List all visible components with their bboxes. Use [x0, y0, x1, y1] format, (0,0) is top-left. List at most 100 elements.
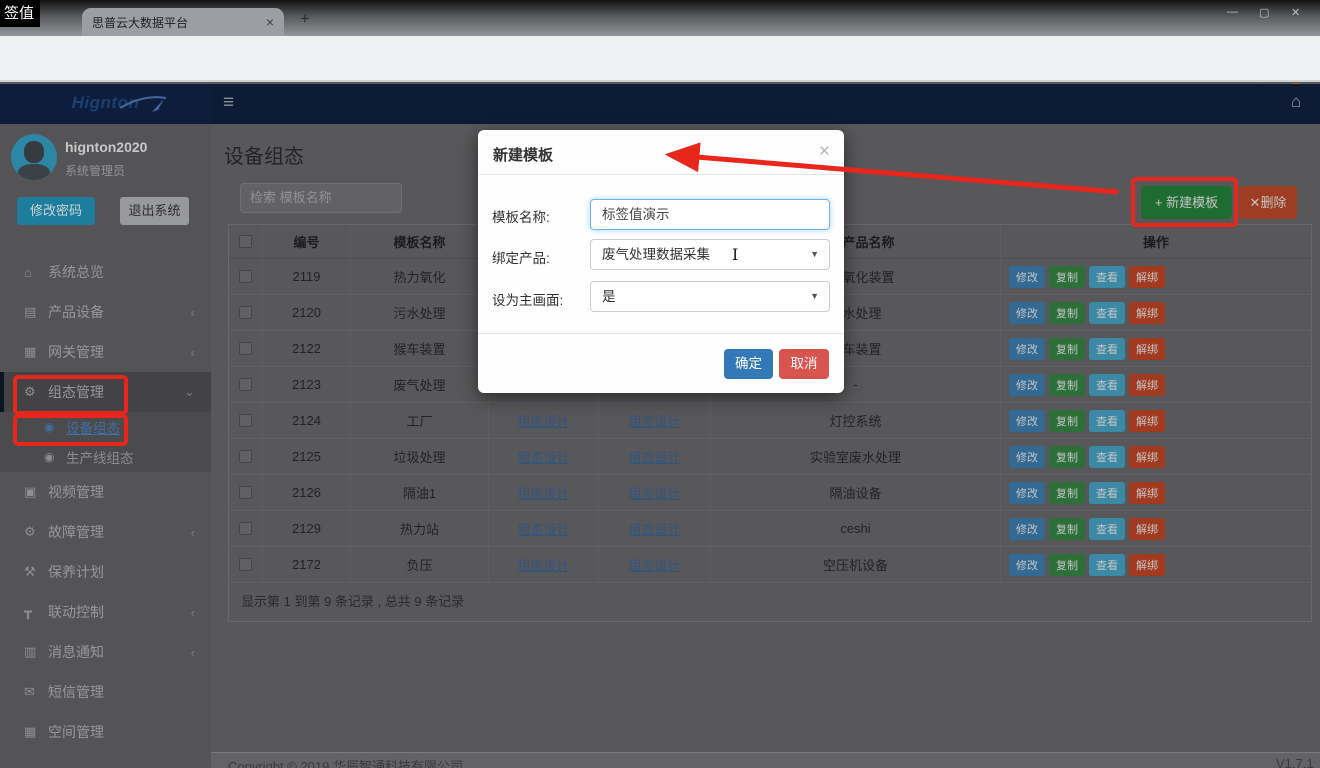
- row-product-name: ceshi: [711, 511, 1001, 546]
- version-text: V1.7.1: [1276, 756, 1314, 768]
- unbind-button[interactable]: 解绑: [1129, 302, 1165, 324]
- table-header-col-actions: 操作: [1001, 225, 1311, 257]
- copy-button[interactable]: 复制: [1049, 410, 1085, 432]
- logout-button[interactable]: 退出系统: [120, 197, 189, 225]
- row-checkbox[interactable]: [239, 522, 252, 535]
- tab-close-icon[interactable]: ×: [266, 14, 274, 30]
- sidebar-item-sms-mgmt[interactable]: ✉短信管理: [0, 672, 211, 712]
- view-button[interactable]: 查看: [1089, 338, 1125, 360]
- view-button[interactable]: 查看: [1089, 302, 1125, 324]
- scada-design-link[interactable]: 组态设计: [628, 411, 680, 430]
- sidebar-item-gateway-mgmt[interactable]: ▦网关管理‹: [0, 332, 211, 372]
- copy-button[interactable]: 复制: [1049, 374, 1085, 396]
- row-select-cell: [229, 331, 263, 366]
- video-mgmt-icon: ▣: [24, 484, 48, 500]
- row-product-name: 隔油设备: [711, 475, 1001, 510]
- unbind-button[interactable]: 解绑: [1129, 410, 1165, 432]
- scada-design-link[interactable]: 组态设计: [517, 519, 569, 538]
- table-row: 2172负压组态设计组态设计空压机设备修改复制查看解绑: [229, 547, 1311, 583]
- unbind-button[interactable]: 解绑: [1129, 374, 1165, 396]
- row-checkbox[interactable]: [239, 342, 252, 355]
- view-button[interactable]: 查看: [1089, 446, 1125, 468]
- sidebar-item-space-mgmt[interactable]: ▦空间管理: [0, 712, 211, 752]
- row-checkbox[interactable]: [239, 414, 252, 427]
- window-close-icon[interactable]: ✕: [1291, 6, 1300, 19]
- unbind-button[interactable]: 解绑: [1129, 482, 1165, 504]
- copy-button[interactable]: 复制: [1049, 446, 1085, 468]
- view-button[interactable]: 查看: [1089, 482, 1125, 504]
- row-checkbox[interactable]: [239, 270, 252, 283]
- delete-button[interactable]: ✕删除: [1239, 186, 1297, 219]
- row-checkbox[interactable]: [239, 378, 252, 391]
- new-tab-button[interactable]: +: [300, 9, 310, 29]
- copy-button[interactable]: 复制: [1049, 554, 1085, 576]
- view-button[interactable]: 查看: [1089, 518, 1125, 540]
- view-button[interactable]: 查看: [1089, 554, 1125, 576]
- modify-button[interactable]: 修改: [1009, 446, 1045, 468]
- unbind-button[interactable]: 解绑: [1129, 518, 1165, 540]
- sidebar-subitem-device-scada[interactable]: ◉设备组态: [0, 412, 211, 442]
- sidebar-item-fault-mgmt[interactable]: ⚙故障管理‹: [0, 512, 211, 552]
- modify-button[interactable]: 修改: [1009, 482, 1045, 504]
- copy-button[interactable]: 复制: [1049, 266, 1085, 288]
- select-all-checkbox[interactable]: [239, 235, 252, 248]
- modify-button[interactable]: 修改: [1009, 518, 1045, 540]
- modify-button[interactable]: 修改: [1009, 338, 1045, 360]
- user-role: 系统管理员: [65, 162, 125, 179]
- unbind-button[interactable]: 解绑: [1129, 338, 1165, 360]
- sidebar-item-maintenance-plan[interactable]: ⚒保养计划: [0, 552, 211, 592]
- search-input[interactable]: 检索 模板名称: [240, 183, 402, 213]
- scada-design-link[interactable]: 组态设计: [628, 555, 680, 574]
- view-button[interactable]: 查看: [1089, 266, 1125, 288]
- sidebar-toggle-icon[interactable]: ≡: [223, 92, 234, 114]
- sidebar-item-video-mgmt[interactable]: ▣视频管理: [0, 472, 211, 512]
- browser-tab[interactable]: 思普云大数据平台 ×: [82, 8, 284, 36]
- row-checkbox[interactable]: [239, 306, 252, 319]
- scada-design-link[interactable]: 组态设计: [628, 519, 680, 538]
- row-checkbox[interactable]: [239, 558, 252, 571]
- scada-design-link[interactable]: 组态设计: [517, 447, 569, 466]
- production-scada-icon: ◉: [44, 450, 66, 464]
- modify-button[interactable]: 修改: [1009, 266, 1045, 288]
- sidebar-item-linkage-control[interactable]: ┳联动控制‹: [0, 592, 211, 632]
- copy-button[interactable]: 复制: [1049, 338, 1085, 360]
- table-record-summary: 显示第 1 到第 9 条记录 , 总共 9 条记录: [228, 582, 1312, 622]
- row-actions: 修改复制查看解绑: [1001, 367, 1311, 402]
- new-template-button[interactable]: + 新建模板: [1141, 186, 1232, 219]
- scada-design-link[interactable]: 组态设计: [628, 447, 680, 466]
- window-maximize-icon[interactable]: ▢: [1259, 6, 1269, 19]
- modify-button[interactable]: 修改: [1009, 374, 1045, 396]
- set-main-screen-select[interactable]: 是 ▼: [590, 281, 830, 312]
- scada-design-link[interactable]: 组态设计: [628, 483, 680, 502]
- scada-design-link[interactable]: 组态设计: [517, 411, 569, 430]
- copy-button[interactable]: 复制: [1049, 302, 1085, 324]
- copy-button[interactable]: 复制: [1049, 482, 1085, 504]
- unbind-button[interactable]: 解绑: [1129, 266, 1165, 288]
- unbind-button[interactable]: 解绑: [1129, 554, 1165, 576]
- change-password-button[interactable]: 修改密码: [17, 197, 95, 225]
- modify-button[interactable]: 修改: [1009, 554, 1045, 576]
- sidebar-item-product-devices[interactable]: ▤产品设备‹: [0, 292, 211, 332]
- bind-product-select[interactable]: 废气处理数据采集 ▼: [590, 239, 830, 270]
- view-button[interactable]: 查看: [1089, 410, 1125, 432]
- navbar-home-icon[interactable]: ⌂: [1291, 92, 1301, 112]
- sidebar-item-scada-mgmt[interactable]: ⚙组态管理⌄: [0, 372, 211, 412]
- row-checkbox[interactable]: [239, 486, 252, 499]
- sidebar-item-message-notify[interactable]: ▥消息通知‹: [0, 632, 211, 672]
- view-button[interactable]: 查看: [1089, 374, 1125, 396]
- modify-button[interactable]: 修改: [1009, 302, 1045, 324]
- copy-button[interactable]: 复制: [1049, 518, 1085, 540]
- scada-design-link[interactable]: 组态设计: [517, 555, 569, 574]
- window-minimize-icon[interactable]: —: [1227, 6, 1238, 18]
- modal-close-icon[interactable]: ×: [819, 141, 830, 163]
- row-checkbox[interactable]: [239, 450, 252, 463]
- template-name-input[interactable]: 标签值演示: [590, 199, 830, 230]
- modify-button[interactable]: 修改: [1009, 410, 1045, 432]
- sidebar-subitem-production-scada[interactable]: ◉生产线组态: [0, 442, 211, 472]
- confirm-button[interactable]: 确定: [724, 349, 773, 379]
- cancel-button[interactable]: 取消: [779, 349, 829, 379]
- sidebar-item-system-overview[interactable]: ⌂系统总览: [0, 252, 211, 292]
- unbind-button[interactable]: 解绑: [1129, 446, 1165, 468]
- row-actions: 修改复制查看解绑: [1001, 331, 1311, 366]
- scada-design-link[interactable]: 组态设计: [517, 483, 569, 502]
